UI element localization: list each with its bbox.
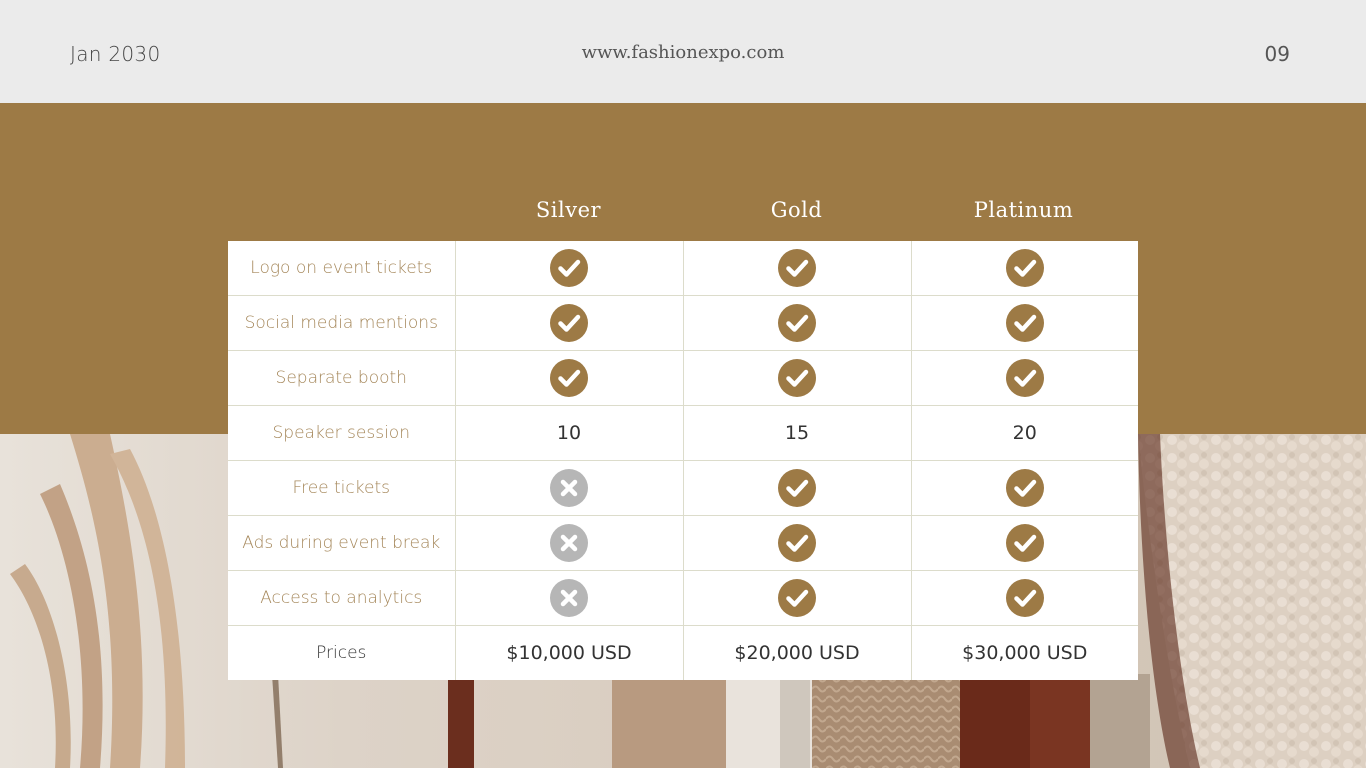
- table-row: Separate booth: [228, 350, 1138, 406]
- feature-label-separate-booth: Separate booth: [228, 350, 456, 406]
- website-url[interactable]: www.fashionexpo.com: [0, 42, 1366, 63]
- check-icon: [778, 249, 816, 287]
- silver-cell: [454, 515, 684, 571]
- feature-label-social-media-mentions: Social media mentions: [228, 295, 456, 351]
- check-icon: [778, 304, 816, 342]
- gold-cell: [682, 460, 912, 516]
- gold-speaker-session-value: 15: [682, 405, 912, 461]
- silver-cell: [454, 350, 684, 406]
- check-icon: [550, 249, 588, 287]
- check-icon: [1005, 469, 1044, 507]
- check-icon: [1005, 304, 1044, 342]
- table-row: Logo on event tickets: [228, 241, 1138, 296]
- feature-label-prices: Prices: [228, 625, 456, 680]
- cross-icon: [550, 579, 588, 617]
- check-icon: [1005, 359, 1044, 397]
- table-row: Ads during event break: [228, 515, 1138, 571]
- platinum-cell: [910, 295, 1138, 351]
- silver-prices-value: $10,000 USD: [454, 625, 684, 680]
- sponsorship-comparison-table: Logo on event tickets Social media mentio…: [228, 241, 1138, 680]
- check-icon: [778, 524, 816, 562]
- check-icon: [1005, 249, 1044, 287]
- tier-header-silver: Silver: [535, 198, 602, 222]
- silver-cell: [454, 460, 684, 516]
- platinum-cell: [910, 460, 1138, 516]
- platinum-cell: [910, 570, 1138, 626]
- feature-label-ads-during-event-break: Ads during event break: [228, 515, 456, 571]
- gold-cell: [682, 515, 912, 571]
- check-icon: [778, 469, 816, 507]
- table-row: Speaker session 10 15 20: [228, 405, 1138, 461]
- platinum-cell: [910, 241, 1138, 296]
- silver-cell: [454, 570, 684, 626]
- silver-cell: [454, 295, 684, 351]
- table-row: Access to analytics: [228, 570, 1138, 626]
- check-icon: [550, 304, 588, 342]
- tier-header-gold: Gold: [770, 198, 823, 222]
- gold-cell: [682, 295, 912, 351]
- check-icon: [1005, 579, 1044, 617]
- silver-speaker-session-value: 10: [454, 405, 684, 461]
- check-icon: [550, 359, 588, 397]
- tier-header-platinum: Platinum: [973, 198, 1074, 222]
- platinum-cell: [910, 350, 1138, 406]
- platinum-speaker-session-value: 20: [910, 405, 1138, 461]
- gold-cell: [682, 241, 912, 296]
- feature-label-logo-on-event-tickets: Logo on event tickets: [228, 241, 456, 296]
- check-icon: [778, 359, 816, 397]
- gold-cell: [682, 570, 912, 626]
- platinum-prices-value: $30,000 USD: [910, 625, 1138, 680]
- header-bar: Jan 2030 www.fashionexpo.com 09: [0, 0, 1366, 103]
- table-row: Prices $10,000 USD $20,000 USD $30,000 USD: [228, 625, 1138, 680]
- table-row: Free tickets: [228, 460, 1138, 516]
- feature-label-access-to-analytics: Access to analytics: [228, 570, 456, 626]
- table-row: Social media mentions: [228, 295, 1138, 351]
- check-icon: [778, 579, 816, 617]
- gold-prices-value: $20,000 USD: [682, 625, 912, 680]
- gold-cell: [682, 350, 912, 406]
- check-icon: [1005, 524, 1044, 562]
- page-number: 09: [1264, 42, 1290, 66]
- cross-icon: [550, 469, 588, 507]
- feature-label-free-tickets: Free tickets: [228, 460, 456, 516]
- platinum-cell: [910, 515, 1138, 571]
- cross-icon: [550, 524, 588, 562]
- feature-label-speaker-session: Speaker session: [228, 405, 456, 461]
- silver-cell: [454, 241, 684, 296]
